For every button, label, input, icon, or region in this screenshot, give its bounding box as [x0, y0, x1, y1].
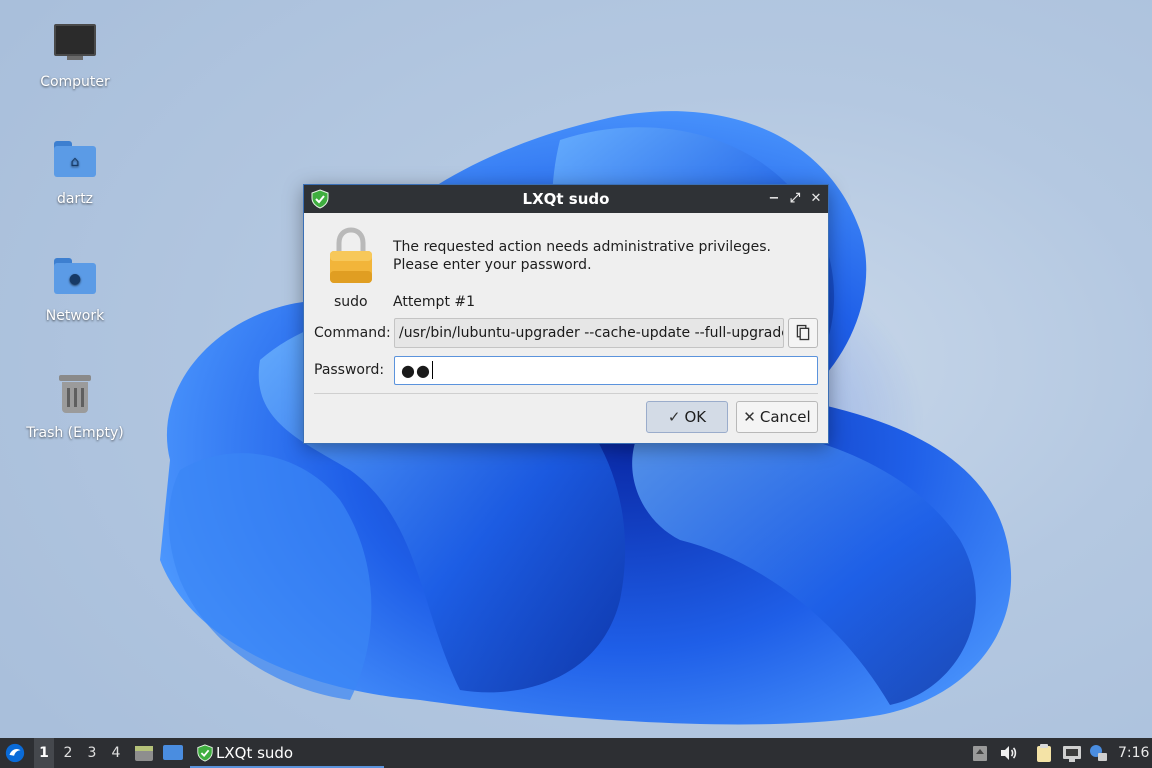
desktop-icon-label: Trash (Empty)	[26, 425, 124, 441]
desktop-icon-network[interactable]: ● Network	[20, 254, 130, 324]
desktop-icon-home[interactable]: ⌂ dartz	[20, 137, 130, 207]
file-manager-icon	[135, 746, 153, 761]
computer-icon	[53, 24, 97, 68]
copy-command-button[interactable]	[788, 318, 818, 348]
workspace-3[interactable]: 3	[82, 738, 102, 768]
check-icon: ✓	[667, 408, 681, 426]
copy-icon	[796, 324, 810, 341]
trash-icon	[53, 375, 97, 419]
workspace-2[interactable]: 2	[58, 738, 78, 768]
divider	[314, 393, 818, 394]
command-field[interactable]: /usr/bin/lubuntu-upgrader --cache-update…	[394, 318, 784, 348]
taskbar: 1 2 3 4 LXQt sudo 7:16	[0, 738, 1152, 768]
minimize-icon[interactable]: −	[764, 185, 784, 213]
close-icon[interactable]: ✕	[806, 185, 826, 213]
cancel-label: Cancel	[759, 408, 811, 426]
message-line-1: The requested action needs administrativ…	[393, 239, 771, 255]
home-folder-icon: ⌂	[53, 141, 97, 185]
updates-icon[interactable]	[970, 743, 990, 763]
text-caret	[431, 361, 433, 379]
lock-label: sudo	[334, 294, 368, 310]
clock[interactable]: 7:16	[1118, 738, 1149, 768]
network-status-icon[interactable]	[1062, 743, 1082, 763]
message-line-2: Please enter your password.	[393, 257, 592, 273]
sudo-dialog: LXQt sudo − ⤢ ✕ sudo The requested actio…	[303, 184, 829, 444]
command-label: Command:	[314, 325, 391, 341]
desktop-icon-computer[interactable]: Computer	[20, 20, 130, 90]
password-input[interactable]: ●●	[394, 356, 818, 385]
desktop-icon-label: Computer	[40, 74, 110, 90]
ok-button[interactable]: ✓ OK	[646, 401, 728, 433]
password-label: Password:	[314, 362, 385, 378]
main-menu-button[interactable]	[4, 738, 28, 768]
dialog-titlebar[interactable]: LXQt sudo − ⤢ ✕	[304, 185, 828, 213]
password-value: ●●	[401, 361, 431, 380]
shield-check-icon	[197, 744, 213, 762]
notification-icon[interactable]	[1088, 743, 1108, 763]
file-manager-launcher[interactable]	[134, 738, 154, 768]
network-folder-icon: ●	[53, 258, 97, 302]
task-button-lxqt-sudo[interactable]: LXQt sudo	[190, 738, 384, 768]
desktop-icon-label: Network	[45, 308, 105, 324]
dialog-title: LXQt sudo	[522, 190, 610, 208]
volume-icon[interactable]	[998, 743, 1018, 763]
desktop-icon	[163, 745, 183, 760]
lubuntu-logo-icon	[5, 743, 25, 763]
clipboard-icon[interactable]	[1034, 743, 1054, 763]
lock-icon	[330, 227, 372, 283]
show-desktop-button[interactable]	[162, 738, 184, 768]
workspace-4[interactable]: 4	[106, 738, 126, 768]
ok-label: OK	[684, 408, 707, 426]
workspace-1[interactable]: 1	[34, 738, 54, 768]
task-label: LXQt sudo	[216, 744, 294, 762]
cancel-button[interactable]: ✕ Cancel	[736, 401, 818, 433]
desktop-icon-trash[interactable]: Trash (Empty)	[20, 371, 130, 441]
shield-check-icon	[311, 189, 329, 209]
cancel-x-icon: ✕	[743, 408, 756, 426]
desktop-icon-label: dartz	[56, 191, 94, 207]
maximize-icon[interactable]: ⤢	[785, 185, 805, 213]
attempt-label: Attempt #1	[393, 294, 476, 310]
